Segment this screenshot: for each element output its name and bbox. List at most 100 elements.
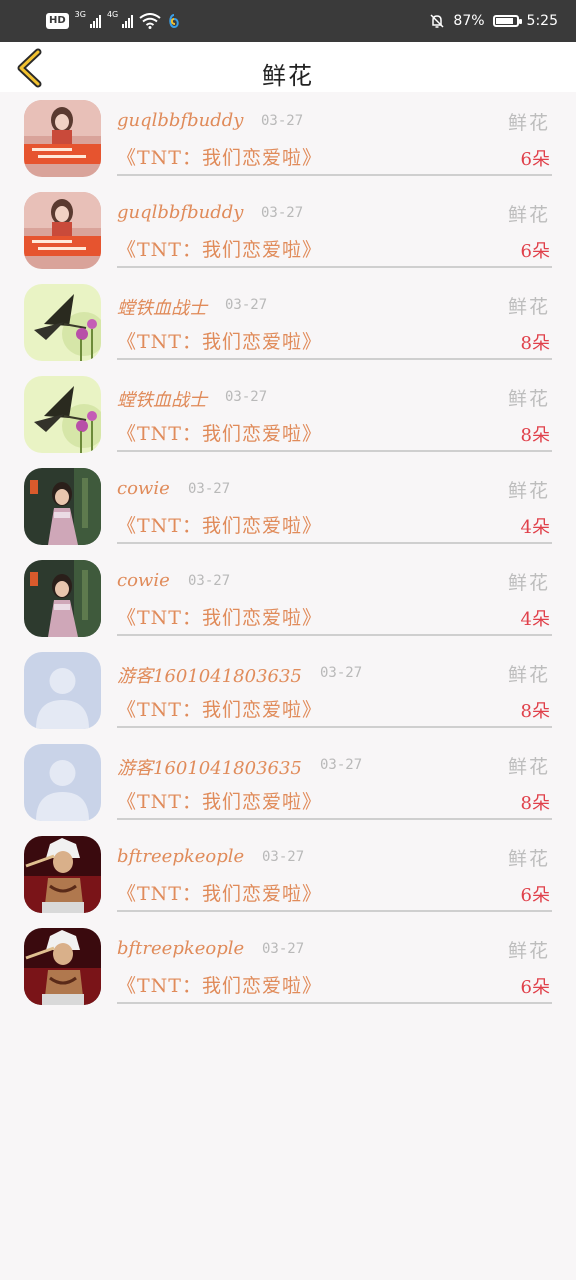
avatar[interactable] — [24, 376, 101, 453]
username[interactable]: bftreepkeople — [117, 938, 244, 959]
username[interactable]: 游客1601041803635 — [117, 754, 302, 780]
list-item[interactable]: bftreepkeople 03-27 鲜花《TNT：我们恋爱啦》 6朵 — [0, 828, 576, 920]
flower-count: 8朵 — [520, 793, 550, 814]
username[interactable]: bftreepkeople — [117, 846, 244, 867]
avatar-butterfly-icon — [24, 284, 101, 361]
gift-date: 03-27 — [262, 849, 305, 865]
show-title: 《TNT：我们恋爱啦》 — [117, 239, 322, 261]
avatar[interactable] — [24, 284, 101, 361]
avatar-girl-banner-icon — [24, 100, 101, 177]
flower-count: 6朵 — [520, 149, 550, 170]
show-title: 《TNT：我们恋爱啦》 — [117, 147, 322, 169]
battery-fill — [495, 18, 513, 24]
list-item[interactable]: 螳铁血战士 03-27 鲜花《TNT：我们恋爱啦》 8朵 — [0, 368, 576, 460]
avatar-anime-warrior-icon — [24, 836, 101, 913]
gift-date: 03-27 — [320, 665, 363, 681]
flower-count: 4朵 — [520, 609, 550, 630]
row-divider — [117, 726, 552, 728]
list-item[interactable]: 游客1601041803635 03-27 鲜花 《TNT：我们恋爱啦》 8朵 — [0, 736, 576, 828]
gift-date: 03-27 — [261, 205, 304, 221]
list-item[interactable]: 螳铁血战士 03-27 鲜花《TNT：我们恋爱啦》 8朵 — [0, 276, 576, 368]
list-item[interactable]: cowie 03-27 鲜花 《TNT：我们恋爱啦》 4朵 — [0, 460, 576, 552]
avatar-default-person-icon — [24, 744, 101, 821]
show-title: 《TNT：我们恋爱啦》 — [117, 607, 322, 629]
avatar[interactable] — [24, 744, 101, 821]
gift-date: 03-27 — [261, 113, 304, 129]
clock: 5:25 — [526, 13, 558, 29]
gift-date: 03-27 — [188, 573, 231, 589]
row-divider — [117, 266, 552, 268]
username[interactable]: cowie — [117, 570, 170, 591]
gift-type-label: 鲜花 — [507, 848, 550, 870]
list-item[interactable]: 游客1601041803635 03-27 鲜花 《TNT：我们恋爱啦》 8朵 — [0, 644, 576, 736]
gift-type-label: 鲜花 — [507, 296, 550, 318]
network-4g-label: 4G — [106, 9, 119, 19]
list-item[interactable]: guqlbbfbuddy 03-27 鲜花《TNT：我们恋爱啦》 6朵 — [0, 92, 576, 184]
avatar[interactable] — [24, 560, 101, 637]
username[interactable]: 螳铁血战士 — [117, 294, 207, 320]
username[interactable]: 游客1601041803635 — [117, 662, 302, 688]
avatar[interactable] — [24, 192, 101, 269]
status-bar-right: 87% 5:25 — [429, 10, 558, 32]
avatar-anime-warrior-icon — [24, 928, 101, 1005]
flower-count: 6朵 — [520, 977, 550, 998]
network-3g-label: 3G — [74, 9, 86, 19]
signal-1-icon — [89, 14, 101, 28]
list-item[interactable]: bftreepkeople 03-27 鲜花《TNT：我们恋爱啦》 6朵 — [0, 920, 576, 1012]
username[interactable]: cowie — [117, 478, 170, 499]
page-title: 鲜花 — [262, 62, 314, 90]
show-title: 《TNT：我们恋爱啦》 — [117, 975, 322, 997]
list-item[interactable]: cowie 03-27 鲜花《TNT：我们恋爱啦》 4朵 — [0, 552, 576, 644]
row-divider — [117, 542, 552, 544]
status-bar-left: HD 3G 4G — [46, 10, 181, 32]
show-title: 《TNT：我们恋爱啦》 — [117, 331, 322, 353]
gift-type-label: 鲜花 — [507, 112, 550, 134]
avatar-girl-banner-icon — [24, 192, 101, 269]
battery-icon — [492, 15, 522, 27]
top-nav-bar: 鲜花 — [0, 42, 576, 92]
bell-off-icon — [430, 14, 444, 28]
gift-type-label: 鲜花 — [507, 572, 550, 594]
gift-type-label: 鲜花 — [507, 940, 550, 962]
avatar-default-person-icon — [24, 652, 101, 729]
list-item[interactable]: guqlbbfbuddy 03-27 鲜花《TNT：我们恋爱啦》 6朵 — [0, 184, 576, 276]
username[interactable]: guqlbbfbuddy — [117, 202, 243, 223]
username[interactable]: guqlbbfbuddy — [117, 110, 243, 131]
avatar-butterfly-icon — [24, 376, 101, 453]
show-title: 《TNT：我们恋爱啦》 — [117, 423, 322, 445]
row-divider — [117, 174, 552, 176]
gift-type-label: 鲜花 — [507, 480, 550, 502]
avatar-woman-night-icon — [24, 560, 101, 637]
status-bar: HD 3G 4G 87% 5:25 — [0, 0, 576, 42]
app-notification-icon — [169, 14, 180, 29]
flower-count: 6朵 — [520, 885, 550, 906]
gift-type-label: 鲜花 — [507, 388, 550, 410]
flower-count: 4朵 — [520, 517, 550, 538]
flower-count: 8朵 — [520, 701, 550, 722]
row-divider — [117, 634, 552, 636]
flower-count: 8朵 — [520, 333, 550, 354]
row-divider — [117, 358, 552, 360]
row-divider — [117, 818, 552, 820]
gift-date: 03-27 — [225, 297, 268, 313]
row-divider — [117, 1002, 552, 1004]
gift-date: 03-27 — [225, 389, 268, 405]
row-divider — [117, 450, 552, 452]
flower-count: 8朵 — [520, 425, 550, 446]
avatar[interactable] — [24, 836, 101, 913]
gift-type-label: 鲜花 — [507, 204, 550, 226]
wifi-icon — [139, 13, 161, 29]
avatar[interactable] — [24, 652, 101, 729]
hd-badge: HD — [46, 13, 69, 29]
gift-date: 03-27 — [262, 941, 305, 957]
avatar[interactable] — [24, 468, 101, 545]
avatar[interactable] — [24, 928, 101, 1005]
row-divider — [117, 910, 552, 912]
gift-date: 03-27 — [188, 481, 231, 497]
show-title: 《TNT：我们恋爱啦》 — [117, 883, 322, 905]
flower-count: 6朵 — [520, 241, 550, 262]
gift-type-label: 鲜花 — [507, 756, 550, 778]
gift-list: guqlbbfbuddy 03-27 鲜花 《TNT：我们恋爱啦》 6朵 guqlbbfb… — [0, 92, 576, 1012]
avatar[interactable] — [24, 100, 101, 177]
username[interactable]: 螳铁血战士 — [117, 386, 207, 412]
